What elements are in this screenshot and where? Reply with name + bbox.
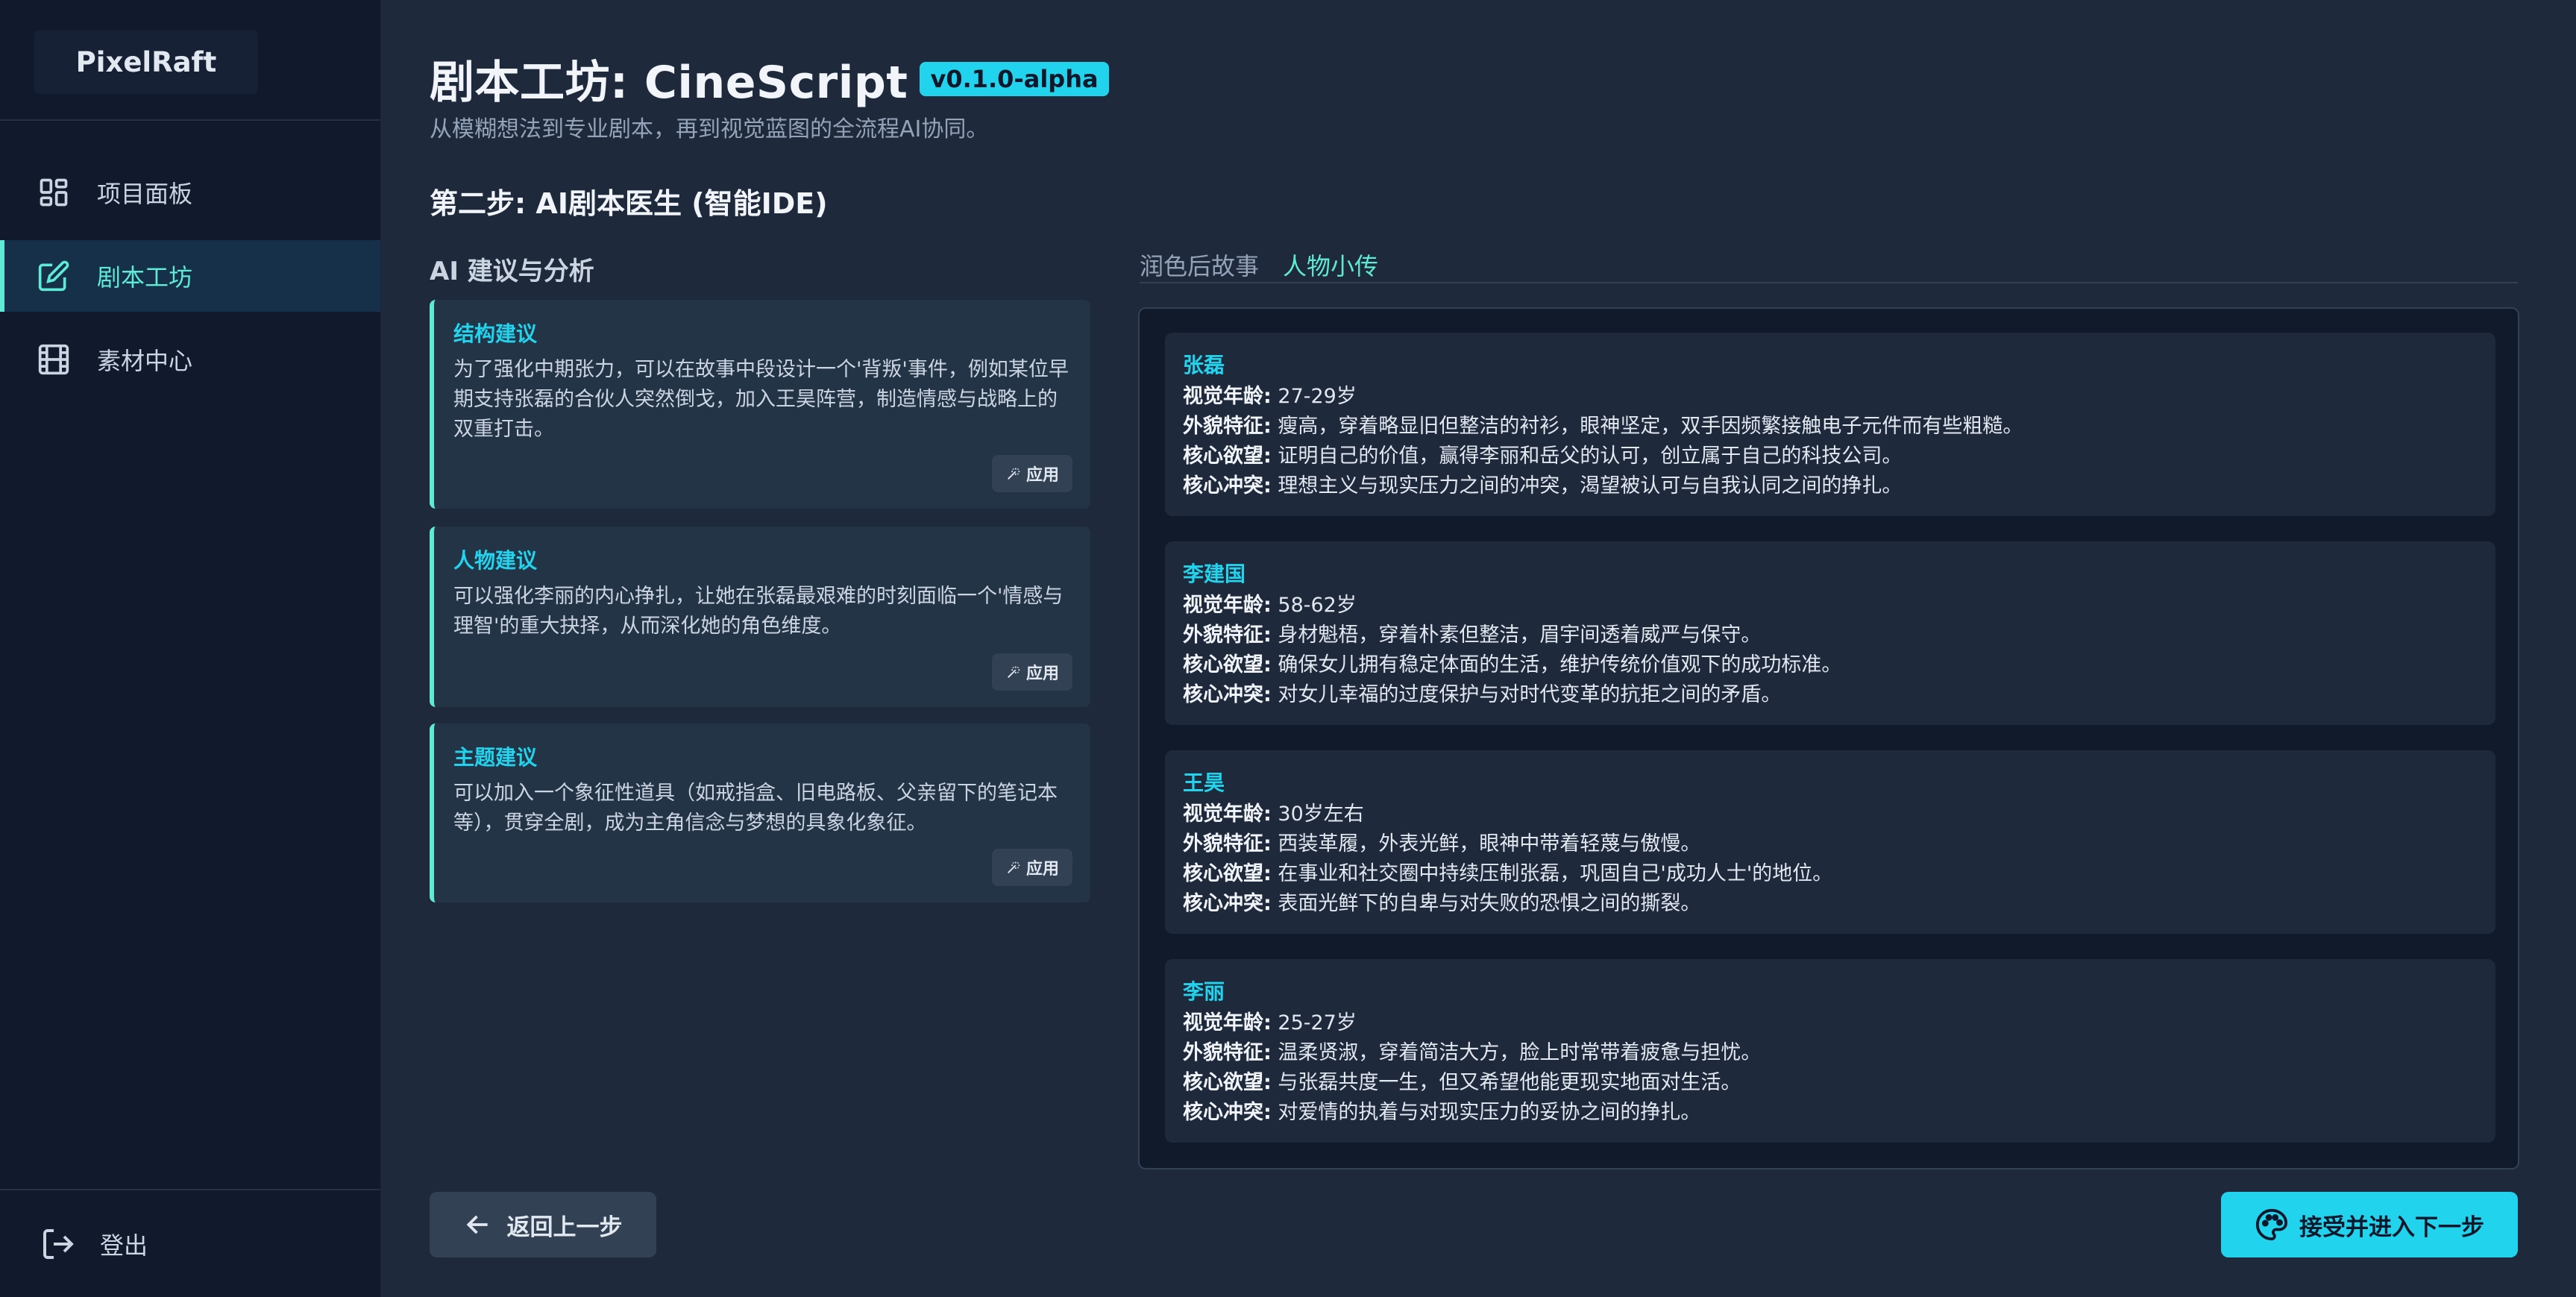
- character-desire: 核心欲望: 确保女儿拥有稳定体面的生活，维护传统价值观下的成功标准。: [1183, 653, 1842, 676]
- suggestion-body: 可以加入一个象征性道具（如戒指盒、旧电路板、父亲留下的笔记本等），贯穿全剧，成为…: [453, 782, 1058, 835]
- character-desire: 核心欲望: 与张磊共度一生，但又希望他能更现实地面对生活。: [1183, 1071, 1741, 1094]
- tab-character-bios[interactable]: 人物小传: [1283, 248, 1378, 282]
- character-age: 视觉年龄: 27-29岁: [1183, 385, 1357, 408]
- character-card: 张磊 视觉年龄: 27-29岁 外貌特征: 瘦高，穿着略显旧但整洁的衬衫，眼神坚…: [1165, 333, 2495, 516]
- arrow-left-icon: [466, 1215, 488, 1234]
- output-tabs: 润色后故事 人物小传: [1140, 245, 2518, 283]
- step-title: 第二步: AI剧本医生 (智能IDE): [430, 187, 828, 220]
- logout-icon: [43, 1229, 74, 1259]
- suggestions-heading: AI 建议与分析: [430, 257, 594, 286]
- palette-icon: [2255, 1208, 2288, 1241]
- apply-label: 应用: [1025, 466, 1059, 485]
- suggestion-card-structure: 结构建议 为了强化中期张力，可以在故事中段设计一个'背叛'事件，例如某位早期支持…: [430, 300, 1090, 509]
- suggestion-title: 结构建议: [453, 321, 538, 346]
- sidebar-divider: [0, 119, 380, 121]
- character-conflict: 核心冲突: 理想主义与现实压力之间的冲突，渴望被认可与自我认同之间的挣扎。: [1183, 474, 1903, 497]
- sidebar-item-label: 素材中心: [97, 347, 193, 375]
- suggestion-card-theme: 主题建议 可以加入一个象征性道具（如戒指盒、旧电路板、父亲留下的笔记本等），贯穿…: [430, 723, 1090, 902]
- character-name: 王昊: [1183, 770, 1225, 795]
- character-look: 外貌特征: 身材魁梧，穿着朴素但整洁，眉宇间透着威严与保守。: [1183, 624, 1762, 647]
- character-card: 李建国 视觉年龄: 58-62岁 外貌特征: 身材魁梧，穿着朴素但整洁，眉宇间透…: [1165, 541, 2495, 725]
- apply-label: 应用: [1025, 665, 1059, 683]
- character-bios-panel: 张磊 视觉年龄: 27-29岁 外貌特征: 瘦高，穿着略显旧但整洁的衬衫，眼神坚…: [1138, 307, 2519, 1169]
- film-icon: [38, 344, 69, 375]
- character-look: 外貌特征: 瘦高，穿着略显旧但整洁的衬衫，眼神坚定，双手因频繁接触电子元件而有些…: [1183, 415, 2023, 438]
- character-age: 视觉年龄: 25-27岁: [1183, 1011, 1357, 1034]
- suggestion-title: 人物建议: [453, 548, 538, 573]
- character-desire: 核心欲望: 在事业和社交圈中持续压制张磊，巩固自己'成功人士'的地位。: [1183, 862, 1833, 885]
- character-conflict: 核心冲突: 表面光鲜下的自卑与对失败的恐惧之间的撕裂。: [1183, 892, 1701, 915]
- character-name: 张磊: [1183, 353, 1225, 377]
- sidebar-divider: [0, 1189, 380, 1190]
- edit-icon: [38, 260, 69, 292]
- sidebar-item-label: 剧本工坊: [97, 263, 193, 292]
- logout-label: 登出: [100, 1231, 148, 1260]
- apply-label: 应用: [1025, 860, 1059, 879]
- apply-button[interactable]: 应用: [991, 849, 1072, 886]
- character-conflict: 核心冲突: 对女儿幸福的过度保护与对时代变革的抗拒之间的矛盾。: [1183, 683, 1782, 706]
- character-look: 外貌特征: 温柔贤淑，穿着简洁大方，脸上时常带着疲惫与担忧。: [1183, 1041, 1762, 1064]
- accept-next-button[interactable]: 接受并进入下一步: [2221, 1192, 2518, 1257]
- page-subtitle: 从模糊想法到专业剧本，再到视觉蓝图的全流程AI协同。: [430, 116, 989, 142]
- page-header: 剧本工坊: CineScript v0.1.0-alpha: [430, 46, 1109, 111]
- tab-polished-story[interactable]: 润色后故事: [1140, 248, 1259, 282]
- sidebar-item-dashboard[interactable]: 项目面板: [0, 157, 380, 228]
- back-button[interactable]: 返回上一步: [430, 1192, 656, 1257]
- character-name: 李建国: [1183, 562, 1246, 586]
- character-age: 视觉年龄: 58-62岁: [1183, 594, 1357, 617]
- sidebar-item-asset-center[interactable]: 素材中心: [0, 324, 380, 395]
- character-conflict: 核心冲突: 对爱情的执着与对现实压力的妥协之间的挣扎。: [1183, 1101, 1701, 1124]
- magic-wand-icon: [1008, 861, 1020, 873]
- version-badge: v0.1.0-alpha: [920, 61, 1109, 96]
- character-card: 李丽 视觉年龄: 25-27岁 外貌特征: 温柔贤淑，穿着简洁大方，脸上时常带着…: [1165, 959, 2495, 1143]
- accept-next-label: 接受并进入下一步: [2299, 1213, 2484, 1241]
- character-age: 视觉年龄: 30岁左右: [1183, 803, 1364, 826]
- magic-wand-icon: [1008, 468, 1020, 480]
- suggestion-body: 可以强化李丽的内心挣扎，让她在张磊最艰难的时刻面临一个'情感与理智'的重大抉择，…: [453, 585, 1064, 638]
- sidebar: PixelRaft 项目面板 剧本工坊 素材中心 登出: [0, 0, 381, 1297]
- character-name: 李丽: [1183, 979, 1225, 1004]
- app-logo[interactable]: PixelRaft: [34, 30, 258, 94]
- apply-button[interactable]: 应用: [991, 455, 1072, 492]
- character-desire: 核心欲望: 证明自己的价值，赢得李丽和岳父的认可，创立属于自己的科技公司。: [1183, 445, 1903, 468]
- logout-button[interactable]: 登出: [0, 1208, 380, 1280]
- back-label: 返回上一步: [506, 1213, 623, 1241]
- magic-wand-icon: [1008, 666, 1020, 678]
- apply-button[interactable]: 应用: [991, 653, 1072, 691]
- sidebar-item-label: 项目面板: [97, 180, 193, 208]
- character-look: 外貌特征: 西装革履，外表光鲜，眼神中带着轻蔑与傲慢。: [1183, 832, 1701, 855]
- suggestion-body: 为了强化中期张力，可以在故事中段设计一个'背叛'事件，例如某位早期支持张磊的合伙…: [453, 358, 1069, 441]
- page-title: 剧本工坊: CineScript: [430, 57, 908, 109]
- dashboard-icon: [40, 178, 68, 207]
- character-card: 王昊 视觉年龄: 30岁左右 外貌特征: 西装革履，外表光鲜，眼神中带着轻蔑与傲…: [1165, 750, 2495, 934]
- sidebar-item-script-workshop[interactable]: 剧本工坊: [0, 240, 380, 312]
- suggestion-card-character: 人物建议 可以强化李丽的内心挣扎，让她在张磊最艰难的时刻面临一个'情感与理智'的…: [430, 527, 1090, 707]
- suggestion-title: 主题建议: [453, 745, 538, 770]
